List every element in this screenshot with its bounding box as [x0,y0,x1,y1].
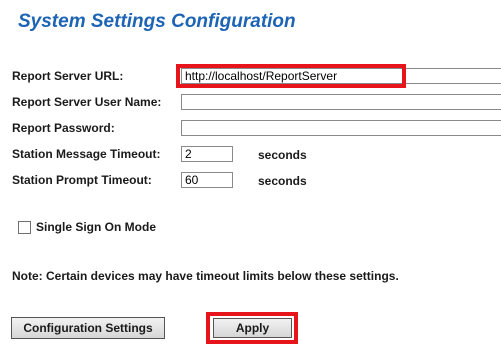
station-prompt-timeout-input[interactable] [181,172,233,188]
report-password-label: Report Password: [12,121,115,135]
station-message-timeout-input[interactable] [181,146,233,162]
station-message-timeout-label: Station Message Timeout: [12,147,161,161]
report-server-url-label: Report Server URL: [12,69,124,83]
report-server-user-name-input[interactable] [181,94,501,110]
station-prompt-timeout-unit: seconds [258,174,307,188]
single-sign-on-option[interactable]: Single Sign On Mode [18,220,156,234]
single-sign-on-checkbox[interactable] [18,220,31,234]
single-sign-on-label: Single Sign On Mode [36,220,156,234]
report-password-input[interactable] [181,120,501,136]
station-prompt-timeout-label: Station Prompt Timeout: [12,173,152,187]
report-server-user-name-label: Report Server User Name: [12,95,162,109]
configuration-settings-button[interactable]: Configuration Settings [11,317,165,339]
page-title: System Settings Configuration [18,11,296,32]
apply-button[interactable]: Apply [213,318,292,338]
station-message-timeout-unit: seconds [258,148,307,162]
timeout-note: Note: Certain devices may have timeout l… [12,269,399,283]
report-server-url-input[interactable] [181,68,501,84]
